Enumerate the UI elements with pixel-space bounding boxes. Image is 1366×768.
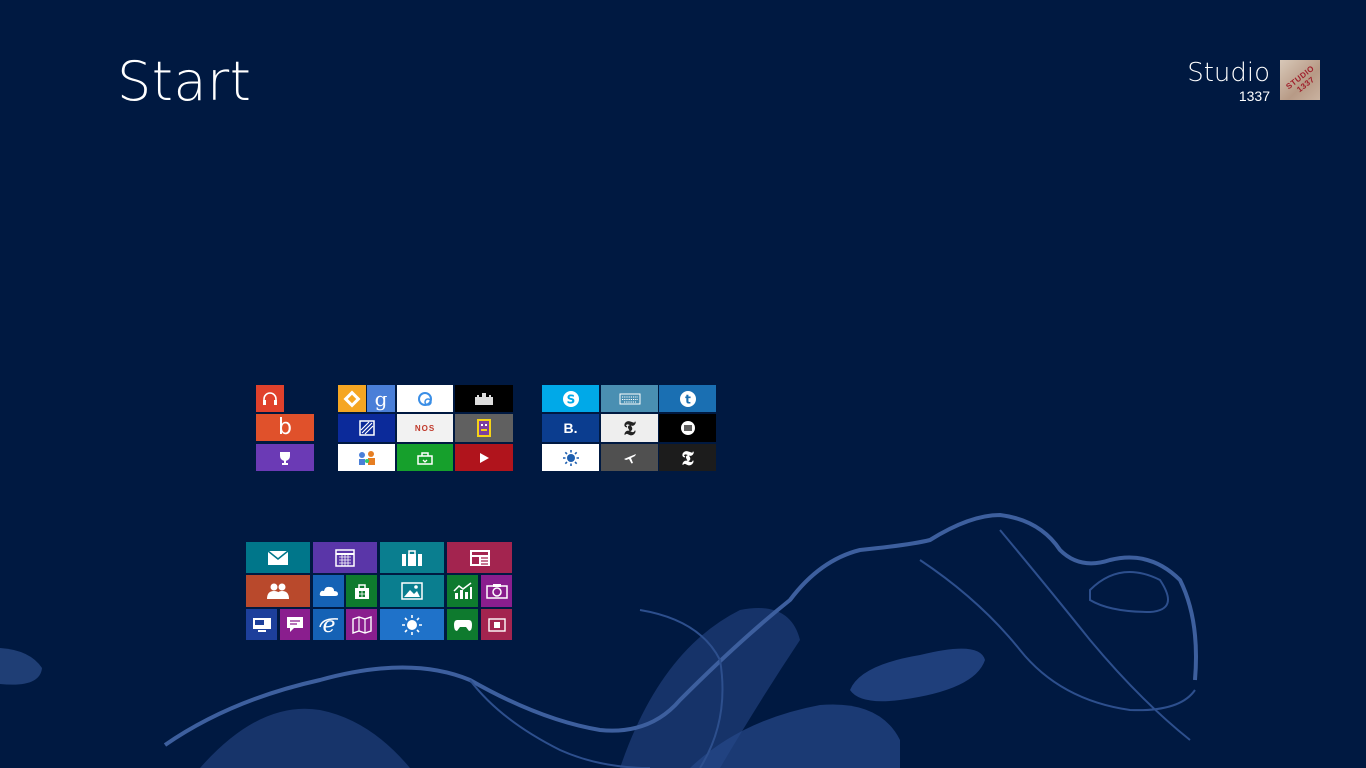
nyt-icon: 𝕿 [623,416,636,440]
play-icon [480,452,489,463]
background-art [0,512,1198,768]
photos-tile[interactable] [380,575,444,607]
video-icon [487,617,506,632]
keyboard-app-tile[interactable] [601,385,658,412]
music-tile[interactable] [256,385,284,412]
google-search-tile[interactable]: g [367,385,395,412]
google-icon: g [374,386,388,411]
calendar-tile[interactable] [313,542,377,573]
booking-icon: B. [563,420,578,436]
avatar-text: STUDIO 1337 [1284,63,1317,95]
store-bag-icon [417,451,433,465]
nyt-tile-2[interactable]: 𝕿 [659,444,716,471]
castle-icon [475,392,493,405]
people-icon [267,583,289,599]
store-bag-tile[interactable] [397,444,453,471]
xbox-games-tile[interactable] [447,609,478,640]
news-tile[interactable] [447,542,512,573]
maps-tile[interactable] [346,609,377,640]
news-circle-icon [680,421,695,435]
trophy-icon [280,451,290,465]
tumblr-tile[interactable]: t [659,385,716,412]
nyt-tile[interactable]: 𝕿 [601,414,658,442]
robot-icon [477,419,491,437]
skype-tile[interactable]: S [542,385,599,412]
avatar[interactable]: STUDIO 1337 [1280,60,1320,100]
finance-tile[interactable] [447,575,478,607]
stripe-icon [358,420,375,436]
user-name: Studio [1187,58,1270,88]
robot-game-tile[interactable] [455,414,513,442]
circle-app-tile[interactable] [397,385,453,412]
camera-icon [485,584,508,599]
mail-tile[interactable] [246,542,310,573]
games-icon [453,619,472,631]
tumblr-icon: t [679,390,696,407]
page-title: Start [117,50,252,113]
games-hub-tile[interactable] [256,444,314,471]
cloud-icon [319,586,338,596]
castle-app-tile[interactable] [455,385,513,412]
mail-icon [267,549,289,565]
camera-tile[interactable] [481,575,512,607]
internet-explorer-tile[interactable]: e [313,609,344,640]
flights-tile[interactable] [601,444,658,471]
store-icon [354,584,369,599]
store-tile[interactable] [346,575,377,607]
family-icon [358,450,375,465]
desktop-tile[interactable] [246,609,277,640]
circle-icon [418,391,432,406]
messaging-icon [287,616,303,632]
weather-tile[interactable] [380,609,444,640]
google-maps-tile[interactable] [338,385,366,412]
video-tile[interactable] [481,609,512,640]
travel-tile[interactable] [380,542,444,573]
finance-icon [452,582,472,599]
google-maps-icon [343,390,361,407]
bing-icon: b [278,415,292,440]
desktop-icon [252,617,271,632]
news-app-tile[interactable] [659,414,716,442]
svg-text:e: e [322,614,335,636]
messaging-tile[interactable] [280,609,310,640]
stripe-app-tile[interactable] [338,414,395,442]
photos-icon [401,582,423,600]
keyboard-icon [619,393,640,404]
bing-tile[interactable]: b [256,414,314,441]
onedrive-tile[interactable] [313,575,344,607]
nos-tile[interactable]: NOS [397,414,453,442]
booking-tile[interactable]: B. [542,414,599,442]
news-icon [469,549,490,566]
user-account[interactable]: Studio 1337 STUDIO 1337 [1187,60,1320,103]
svg-text:t: t [685,392,691,406]
youtube-tile[interactable] [455,444,513,471]
people-tile[interactable] [246,575,310,607]
travel-icon [402,549,422,566]
family-app-tile[interactable] [338,444,395,471]
nyt-icon: 𝕿 [681,445,694,470]
nos-icon: NOS [414,423,436,433]
weather-icon [402,614,422,635]
user-subtitle: 1337 [1238,88,1270,104]
ie-icon: e [318,614,338,636]
maps-icon [351,615,372,634]
headphones-icon [263,391,277,405]
plane-icon [623,453,636,463]
sun-icon [562,449,579,466]
weather-app-tile[interactable] [542,444,599,471]
skype-icon: S [562,390,579,407]
svg-text:S: S [566,392,575,406]
calendar-icon [335,548,355,567]
